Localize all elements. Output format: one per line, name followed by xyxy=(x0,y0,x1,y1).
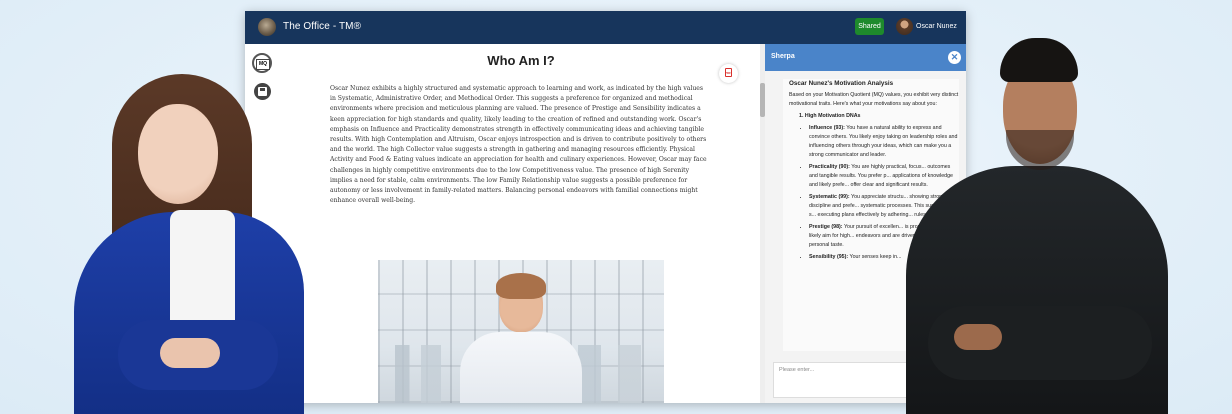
man-hair xyxy=(1000,38,1078,82)
app-logo-icon[interactable] xyxy=(258,18,276,36)
person-shirt xyxy=(460,332,582,403)
motivation-label: Influence (93): xyxy=(809,125,845,131)
avatar[interactable] xyxy=(896,18,913,35)
user-name[interactable]: Oscar Nunez xyxy=(916,23,957,30)
profile-photo xyxy=(378,260,664,403)
shared-button[interactable]: Shared xyxy=(855,18,884,35)
top-bar: The Office - TM® Shared Oscar Nunez xyxy=(245,11,966,44)
motivation-label: Systematic (99): xyxy=(809,194,850,200)
app-title: The Office - TM® xyxy=(283,21,362,32)
pdf-icon xyxy=(725,68,732,77)
woman-illustration xyxy=(60,60,310,414)
man-beard xyxy=(1006,130,1074,170)
woman-face xyxy=(138,104,218,204)
man-illustration xyxy=(902,38,1172,414)
document-view: Who Am I? Oscar Nunez exhibits a highly … xyxy=(282,44,783,403)
woman-blouse xyxy=(170,210,235,330)
motivation-label: Sensibility (95): xyxy=(809,254,849,260)
motivation-text: Your senses keep in... xyxy=(848,254,902,260)
app-window: The Office - TM® Shared Oscar Nunez MQ W… xyxy=(245,11,966,403)
pdf-download-button[interactable] xyxy=(719,64,738,83)
page-title: Who Am I? xyxy=(487,53,555,68)
person-hair xyxy=(496,273,546,299)
document-body: Oscar Nunez exhibits a highly structured… xyxy=(330,85,707,205)
motivation-label: Practicality (90): xyxy=(809,164,850,170)
woman-hand xyxy=(160,338,220,368)
sherpa-title: Sherpa xyxy=(771,53,795,60)
man-hand xyxy=(954,324,1002,350)
motivation-label: Prestige (98): xyxy=(809,224,843,230)
